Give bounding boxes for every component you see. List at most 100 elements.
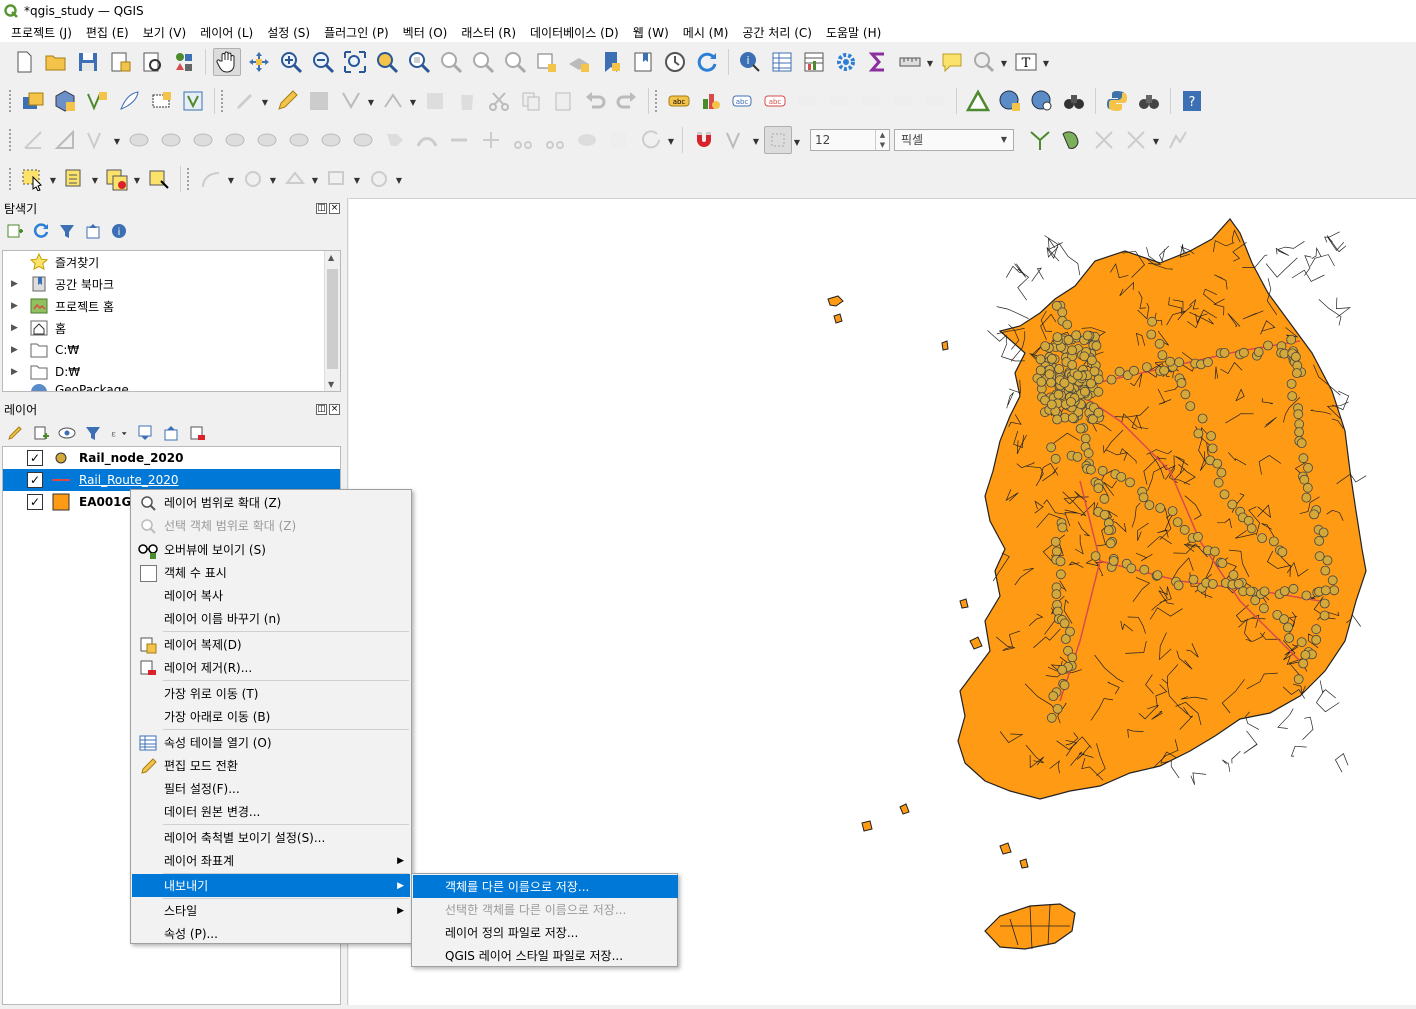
menu-project[interactable]: 프로젝트 (J) <box>4 24 79 41</box>
snapping-toggle-button[interactable] <box>690 126 718 154</box>
toolbar-grip[interactable] <box>8 166 12 191</box>
scroll-down-icon[interactable]: ▼ <box>328 380 334 389</box>
menu-show-in-overview[interactable]: 오버뷰에 보이기 (S) <box>132 538 410 561</box>
add-wfs-layer-button[interactable] <box>1028 87 1056 115</box>
menu-remove-layer[interactable]: 레이어 제거(R)... <box>132 656 410 679</box>
georeferencer-button[interactable] <box>964 87 992 115</box>
delete-selected-button[interactable] <box>453 87 481 115</box>
map-tips-button[interactable] <box>938 48 966 76</box>
browser-item-drive-c[interactable]: ▶ C:₩ <box>3 339 340 361</box>
layout-manager-button[interactable] <box>138 48 166 76</box>
split-parts-button[interactable] <box>541 126 569 154</box>
snapping-units-combobox[interactable]: 픽셀 ▼ <box>894 128 1014 151</box>
menu-scale-visibility[interactable]: 레이어 축척별 보이기 설정(S)... <box>132 826 410 849</box>
redo-button[interactable] <box>613 87 641 115</box>
menu-zoom-to-layer[interactable]: 레이어 범위로 확대 (Z) <box>132 491 410 514</box>
toggle-editing-button[interactable] <box>273 87 301 115</box>
menu-move-to-bottom[interactable]: 가장 아래로 이동 (B) <box>132 705 410 728</box>
text-annotation-button[interactable]: T ▼ <box>1012 48 1049 76</box>
layer-item[interactable]: ✓ Rail_node_2020 <box>3 447 340 469</box>
new-temporary-layer-button[interactable] <box>147 87 175 115</box>
shape-digitizing-button[interactable] <box>51 126 79 154</box>
toolbar-grip[interactable] <box>186 166 190 191</box>
menu-web[interactable]: 웹 (W) <box>626 24 676 41</box>
menu-mesh[interactable]: 메시 (M) <box>676 24 736 41</box>
new-shapefile-layer-button[interactable] <box>83 87 111 115</box>
menu-save-selected-features-as[interactable]: 선택한 객체를 다른 이름으로 저장... <box>413 898 678 921</box>
split-features-button[interactable] <box>509 126 537 154</box>
annotation-point-button[interactable]: ▼ <box>239 165 276 193</box>
toolbar-grip[interactable] <box>220 88 224 113</box>
expand-all-icon[interactable] <box>136 424 154 442</box>
trim-extend-button[interactable] <box>477 126 505 154</box>
label-properties-button[interactable] <box>921 87 949 115</box>
menu-copy-layer[interactable]: 레이어 복사 <box>132 584 410 607</box>
add-part-button[interactable] <box>253 126 281 154</box>
pin-labels-button[interactable]: abc <box>729 87 757 115</box>
menu-view[interactable]: 보기 (V) <box>136 24 193 41</box>
topological-editing-button[interactable] <box>1026 126 1054 154</box>
browser-scrollbar[interactable]: ▲ ▼ <box>324 251 340 391</box>
new-geopackage-layer-button[interactable] <box>51 87 79 115</box>
filter-icon[interactable] <box>58 222 76 240</box>
label-toolbar-button[interactable]: abc <box>665 87 693 115</box>
rotate-label-button[interactable] <box>857 87 885 115</box>
menu-save-qml-style[interactable]: QGIS 레이어 스타일 파일로 저장... <box>413 944 678 967</box>
browser-item-spatial-bookmarks[interactable]: ▶ 공간 북마크 <box>3 273 340 295</box>
refresh-icon[interactable] <box>32 222 50 240</box>
browser-item-favorites[interactable]: 즐겨찾기 <box>3 251 340 273</box>
info-icon[interactable]: i <box>110 222 128 240</box>
close-icon[interactable]: × <box>329 403 340 415</box>
metasearch-button[interactable] <box>1060 87 1088 115</box>
select-features-button[interactable]: ▼ <box>19 165 56 193</box>
filter-expression-icon[interactable]: ε <box>110 424 128 442</box>
layer-styling-icon[interactable] <box>6 424 24 442</box>
merge-attributes-button[interactable] <box>605 126 633 154</box>
zoom-to-selection-button[interactable] <box>373 48 401 76</box>
collapse-all-icon[interactable] <box>84 222 102 240</box>
browser-item-home[interactable]: ▶ 홈 <box>3 317 340 339</box>
add-wms-layer-button[interactable] <box>996 87 1024 115</box>
select-by-location-button[interactable]: ▼ <box>970 48 1007 76</box>
menu-plugins[interactable]: 플러그인 (P) <box>317 24 396 41</box>
zoom-next-button[interactable] <box>501 48 529 76</box>
chevron-right-icon[interactable]: ▶ <box>11 279 23 289</box>
new-bookmark-button[interactable] <box>597 48 625 76</box>
zoom-native-button[interactable] <box>437 48 465 76</box>
add-circular-string-button[interactable]: ▼ <box>83 126 120 154</box>
menu-properties[interactable]: 속성 (P)... <box>132 922 410 945</box>
processing-toolbox-button[interactable] <box>832 48 860 76</box>
float-panel-icon[interactable]: ◫ <box>316 403 327 415</box>
identify-features-button[interactable]: i <box>736 48 764 76</box>
zoom-in-button[interactable] <box>277 48 305 76</box>
browser-item-geopackage[interactable]: GeoPackage <box>3 383 340 391</box>
menu-styles[interactable]: 스타일 ▶ <box>132 899 410 922</box>
select-by-value-button[interactable] <box>145 165 173 193</box>
digitize-feature-button[interactable]: ▼ <box>337 87 374 115</box>
filter-icon[interactable] <box>84 424 102 442</box>
statistics-summary-button[interactable] <box>800 48 828 76</box>
float-panel-icon[interactable]: ◫ <box>316 202 327 214</box>
annotation-line-button[interactable]: ▼ <box>197 165 234 193</box>
toolbar-grip[interactable] <box>8 88 12 113</box>
change-label-button[interactable] <box>889 87 917 115</box>
menu-layer[interactable]: 레이어 (L) <box>193 24 260 41</box>
help-button[interactable]: ? <box>1178 87 1206 115</box>
vertex-tool-button[interactable]: ▼ <box>379 87 416 115</box>
show-hide-labels-button[interactable] <box>825 87 853 115</box>
show-statistical-summary-button[interactable] <box>864 48 892 76</box>
delete-part-button[interactable] <box>349 126 377 154</box>
merge-features-button[interactable] <box>573 126 601 154</box>
new-project-button[interactable] <box>10 48 38 76</box>
rotate-feature-button[interactable] <box>157 126 185 154</box>
menu-database[interactable]: 데이터베이스 (D) <box>523 24 626 41</box>
browser-item-project-home[interactable]: ▶ 프로젝트 홈 <box>3 295 340 317</box>
modify-attributes-button[interactable] <box>421 87 449 115</box>
save-edits-button[interactable] <box>305 87 333 115</box>
menu-filter[interactable]: 필터 설정(F)... <box>132 777 410 800</box>
menu-move-to-top[interactable]: 가장 위로 이동 (T) <box>132 682 410 705</box>
tracing-button[interactable] <box>1164 126 1192 154</box>
refresh-button[interactable] <box>693 48 721 76</box>
chevron-right-icon[interactable]: ▶ <box>11 323 23 333</box>
snapping-intersection-button[interactable] <box>1090 126 1118 154</box>
